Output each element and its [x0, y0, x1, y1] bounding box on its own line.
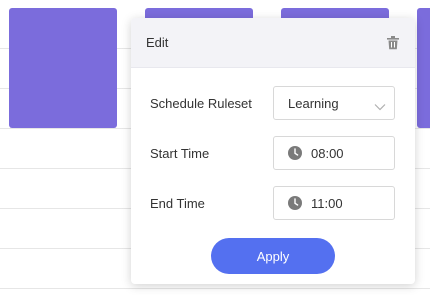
end-time-input[interactable]: 11:00 [273, 186, 395, 220]
start-time-row: Start Time 08:00 [150, 136, 395, 170]
schedule-ruleset-value: Learning [288, 95, 339, 111]
clock-icon [288, 196, 302, 210]
start-time-value: 08:00 [311, 145, 344, 161]
schedule-ruleset-label: Schedule Ruleset [150, 95, 252, 111]
start-time-input[interactable]: 08:00 [273, 136, 395, 170]
end-time-value: 11:00 [311, 195, 343, 211]
clock-icon [288, 146, 302, 160]
grid-line [0, 288, 430, 289]
schedule-ruleset-select[interactable]: Learning [273, 86, 395, 120]
schedule-event-block[interactable] [417, 8, 430, 128]
schedule-event-block[interactable] [9, 8, 117, 128]
trash-icon[interactable] [387, 35, 399, 50]
schedule-ruleset-row: Schedule Ruleset Learning [150, 86, 395, 120]
popover-header: Edit [131, 18, 415, 68]
chevron-down-icon [374, 99, 386, 111]
end-time-label: End Time [150, 195, 205, 211]
popover-title: Edit [146, 35, 169, 50]
apply-button[interactable]: Apply [211, 238, 335, 274]
edit-popover: Edit Schedule Ruleset Learning Start Tim… [131, 18, 415, 284]
end-time-row: End Time 11:00 [150, 186, 395, 220]
calendar-view: Edit Schedule Ruleset Learning Start Tim… [0, 0, 430, 295]
start-time-label: Start Time [150, 145, 210, 161]
